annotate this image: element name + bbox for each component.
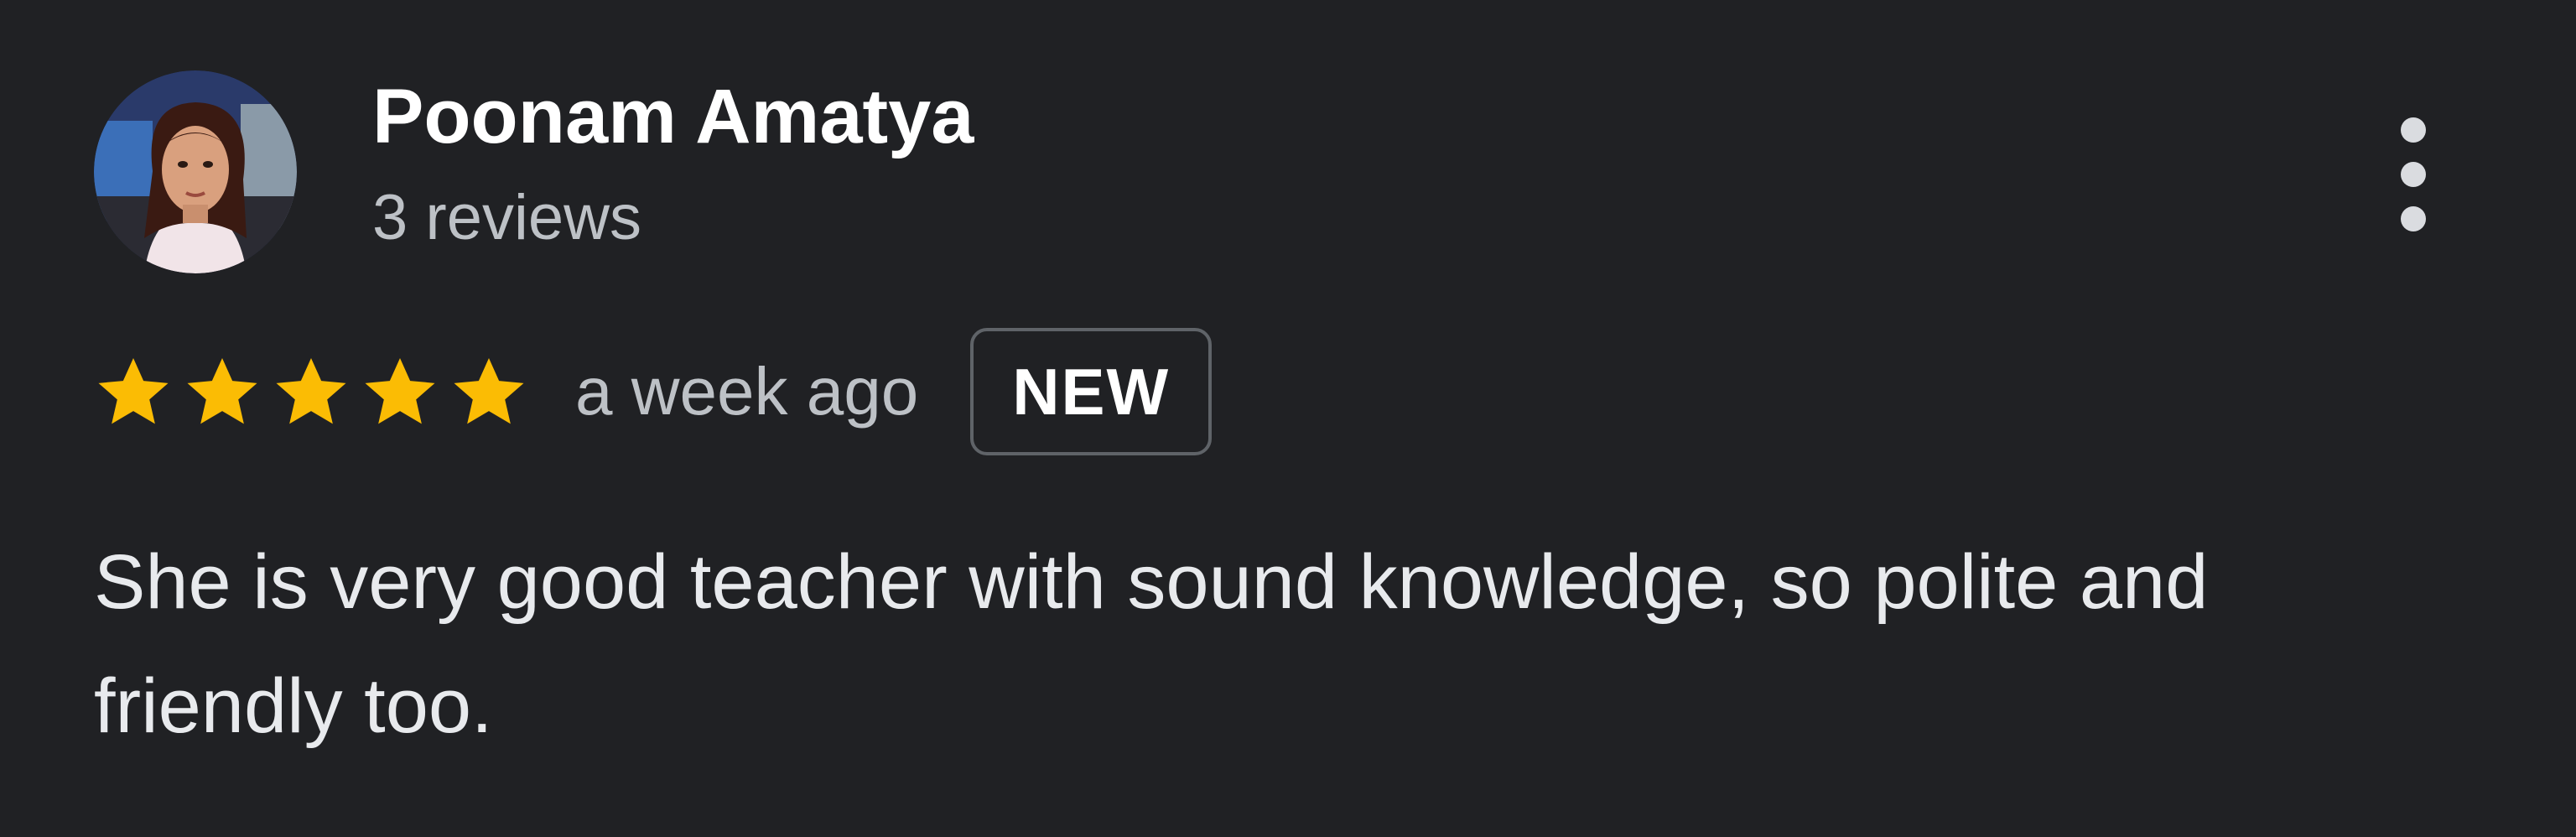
reviewer-name[interactable]: Poonam Amatya	[372, 70, 974, 163]
more-vert-icon-dot	[2401, 162, 2426, 187]
star-rating	[94, 352, 538, 431]
avatar-photo-image	[94, 70, 297, 273]
more-vert-icon	[2401, 117, 2426, 143]
review-text: She is very good teacher with sound know…	[94, 539, 2209, 749]
star-icon	[94, 352, 173, 431]
review-card: Poonam Amatya 3 reviews a week ago NEW S…	[0, 0, 2576, 837]
rating-row: a week ago NEW	[94, 328, 1213, 455]
star-icon	[183, 352, 262, 431]
more-vert-icon-dot	[2401, 206, 2426, 231]
more-options-button[interactable]	[2386, 117, 2440, 231]
review-date: a week ago	[575, 354, 919, 429]
reviewer-avatar[interactable]	[94, 70, 297, 273]
star-icon	[449, 352, 528, 431]
new-badge: NEW	[970, 328, 1213, 455]
star-icon	[361, 352, 439, 431]
review-count[interactable]: 3 reviews	[372, 176, 641, 260]
star-icon	[272, 352, 351, 431]
